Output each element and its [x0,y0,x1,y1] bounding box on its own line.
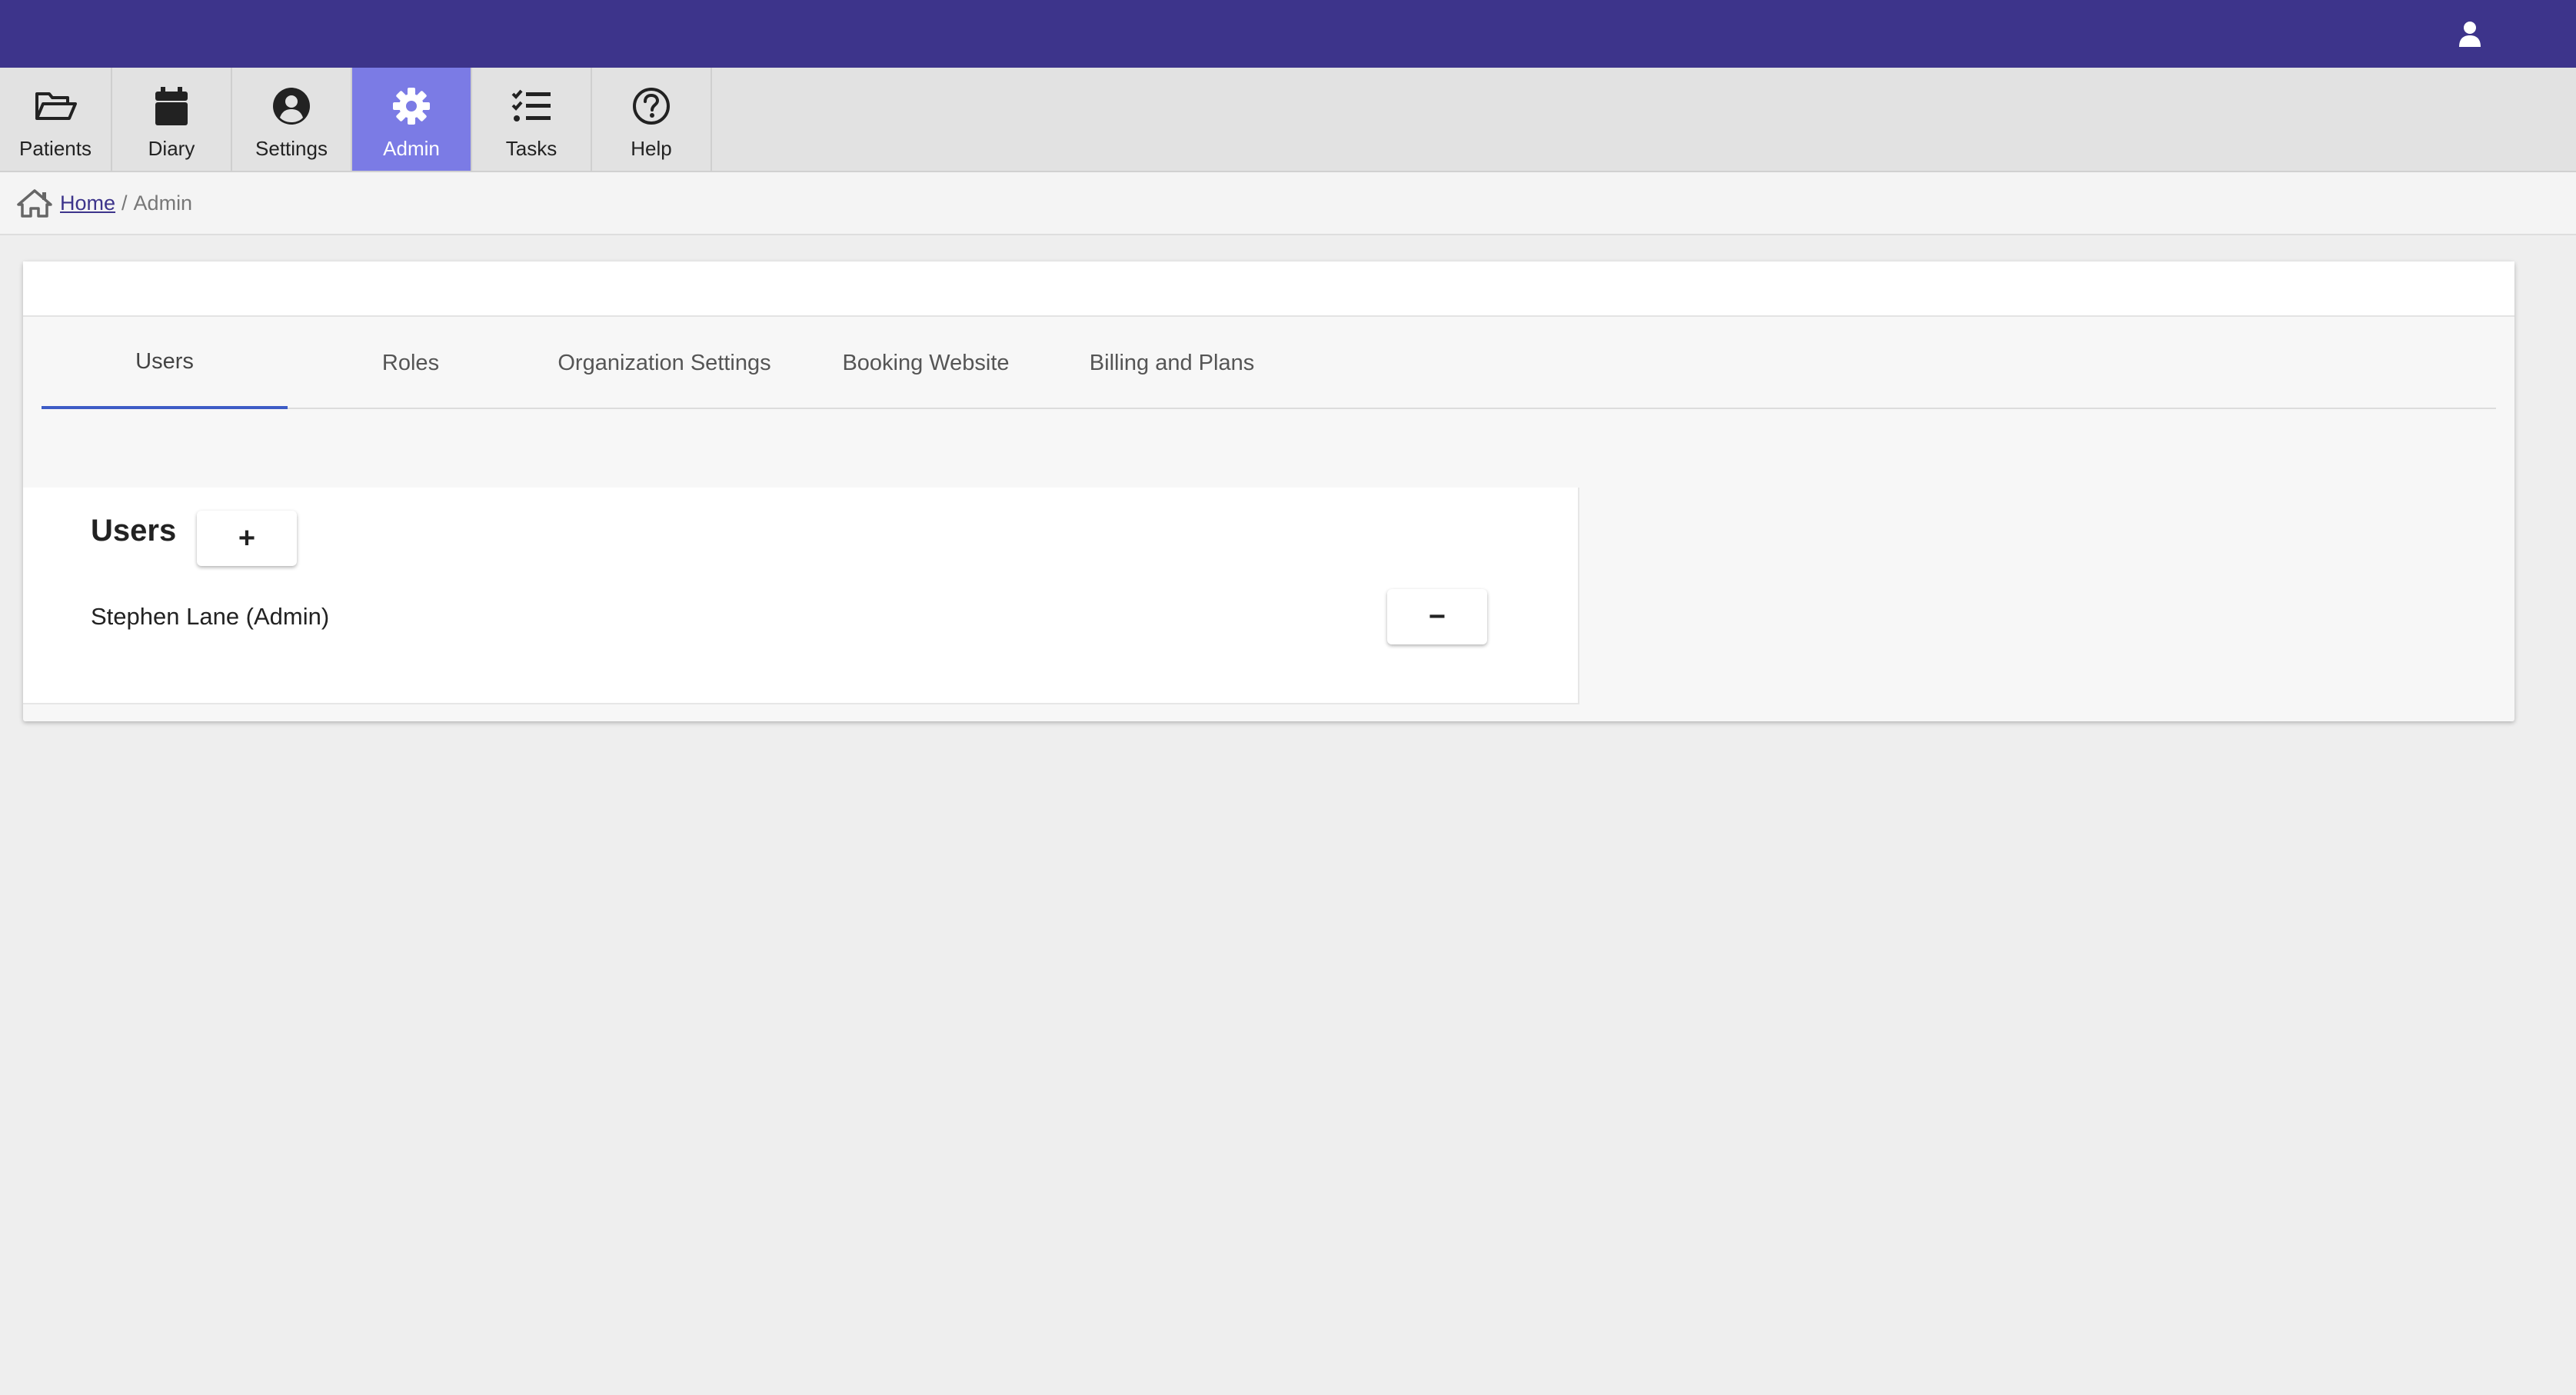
users-heading: Users [91,514,177,548]
tasks-list-icon [510,85,553,128]
main-nav: Patients Diary Settings Admin Tasks Help [0,68,2576,172]
nav-label: Help [631,137,672,160]
tab-billing-and-plans[interactable]: Billing and Plans [1049,317,1295,409]
nav-label: Tasks [505,137,557,160]
user-menu-button[interactable] [2455,18,2485,49]
tab-roles[interactable]: Roles [288,317,534,409]
home-icon[interactable] [17,188,52,218]
nav-label: Diary [148,137,195,160]
users-card: Users + Stephen Lane (Admin) − [23,488,1579,704]
top-bar [0,0,2576,68]
nav-patients[interactable]: Patients [0,68,112,171]
calendar-icon [150,85,193,128]
nav-tasks[interactable]: Tasks [472,68,592,171]
nav-label: Settings [255,137,328,160]
nav-label: Patients [19,137,92,160]
add-user-button[interactable]: + [197,511,297,566]
breadcrumb: Home / Admin [0,172,2576,235]
user-circle-icon [270,85,313,128]
tab-bar: Users Roles Organization Settings Bookin… [42,317,2496,409]
panel-header [23,261,2514,317]
tab-users[interactable]: Users [42,317,288,409]
breadcrumb-current: Admin [133,191,193,215]
tab-organization-settings[interactable]: Organization Settings [534,317,795,409]
breadcrumb-separator: / [121,191,128,215]
nav-help[interactable]: Help [592,68,712,171]
help-circle-icon [630,85,673,128]
gear-icon [390,85,433,128]
breadcrumb-home-link[interactable]: Home [60,191,115,215]
folder-open-icon [34,85,77,128]
nav-settings[interactable]: Settings [232,68,352,171]
nav-label: Admin [383,137,440,160]
user-list-item: Stephen Lane (Admin) [91,603,330,630]
tab-booking-website[interactable]: Booking Website [810,317,1041,409]
remove-user-button[interactable]: − [1387,589,1487,644]
nav-diary[interactable]: Diary [112,68,232,171]
nav-admin[interactable]: Admin [352,68,472,171]
user-icon [2459,22,2481,47]
